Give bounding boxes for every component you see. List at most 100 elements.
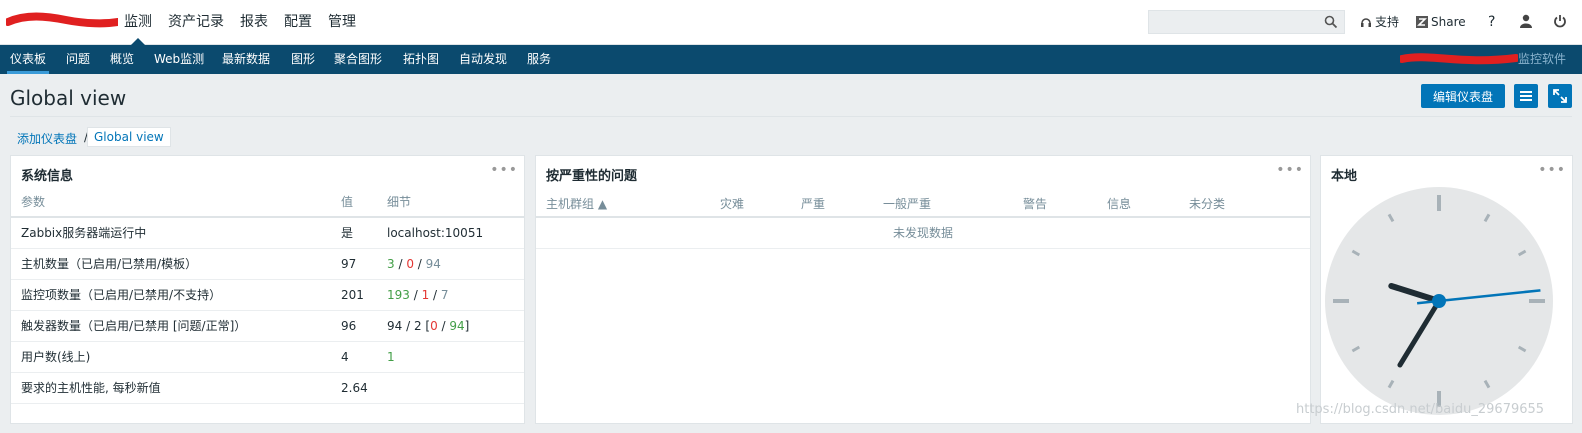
sub-menu-latest-data[interactable]: 最新数据 (222, 45, 270, 74)
disabled-count: 0 (406, 256, 414, 271)
sub-menu-discovery[interactable]: 自动发现 (459, 45, 507, 74)
menu-button[interactable] (1514, 84, 1538, 108)
detail-text: 94 / 2 [ (387, 318, 431, 333)
support-label: 支持 (1375, 15, 1400, 29)
watermark: https://blog.csdn.net/baidu_29679655 (1296, 402, 1545, 417)
col-header-information: 信息 (1107, 197, 1132, 211)
detail-separator: / (429, 287, 441, 302)
top-menu-configuration[interactable]: 配置 (276, 0, 320, 45)
monitor-software-link[interactable]: 监控软件 (1518, 45, 1566, 74)
sub-menu-web[interactable]: Web监测 (154, 45, 204, 74)
details-cell: 94 / 2 [0 / 94] (377, 310, 524, 342)
help-icon[interactable]: ? (1488, 0, 1495, 44)
problems-by-severity-widget: 按严重性的问题 ••• 主机群组 ▲ 灾难 严重 一般严重 警告 信息 未分类 … (535, 155, 1311, 424)
problem-count: 0 (430, 318, 438, 333)
col-header-param: 参数 (11, 187, 331, 218)
support-link[interactable]: 支持 (1360, 0, 1399, 44)
sub-menu-dashboard[interactable]: 仪表板 (6, 45, 50, 74)
enabled-count: 193 (387, 287, 410, 302)
top-menu-reports[interactable]: 报表 (232, 0, 276, 45)
system-info-table: 参数 值 细节 Zabbix服务器端运行中 是 localhost:10051 … (11, 187, 524, 404)
param-cell: 主机数量（已启用/已禁用/模板） (11, 248, 331, 280)
sign-out-icon[interactable] (1553, 14, 1567, 28)
table-row: 主机数量（已启用/已禁用/模板） 97 3 / 0 / 94 (11, 248, 524, 280)
enabled-count: 3 (387, 256, 395, 271)
col-header-high: 严重 (801, 197, 826, 211)
clock-widget: 本地 ••• (1320, 155, 1573, 424)
param-cell: 用户数(线上) (11, 341, 331, 373)
sub-menu-graphs[interactable]: 图形 (291, 45, 315, 74)
details-cell: localhost:10051 (377, 217, 524, 249)
param-cell: 要求的主机性能, 每秒新值 (11, 372, 331, 404)
col-header-warning: 警告 (1023, 197, 1048, 211)
col-header-host-group[interactable]: 主机群组 ▲ (546, 195, 607, 212)
table-row: 要求的主机性能, 每秒新值 2.64 (11, 372, 524, 404)
system-info-widget: 系统信息 ••• 参数 值 细节 Zabbix服务器端运行中 是 localho… (10, 155, 525, 424)
value-cell: 201 (331, 279, 377, 311)
param-cell: 监控项数量（已启用/已禁用/不支持） (11, 279, 331, 311)
breadcrumb-current[interactable]: Global view (87, 127, 171, 147)
col-header-disaster: 灾难 (720, 197, 745, 211)
sub-menu-screens[interactable]: 聚合图形 (334, 45, 382, 74)
table-row: 用户数(线上) 4 1 (11, 341, 524, 373)
top-menu: 监测 资产记录 报表 配置 管理 (116, 0, 364, 46)
col-header-not-classified: 未分类 (1189, 197, 1226, 211)
col-header-average: 一般严重 (883, 197, 932, 211)
clock-center (1432, 294, 1446, 308)
widget-title: 按严重性的问题 (546, 169, 638, 184)
widget-title: 系统信息 (21, 169, 74, 184)
detail-separator: / (394, 256, 407, 271)
top-menu-monitoring[interactable]: 监测 (116, 0, 160, 46)
sub-menu-services[interactable]: 服务 (527, 45, 551, 74)
table-row: 监控项数量（已启用/已禁用/不支持） 201 193 / 1 / 7 (11, 279, 524, 311)
online-count: 1 (387, 349, 395, 364)
sub-menu: 仪表板 问题 概览 Web监测 最新数据 图形 聚合图形 拓扑图 自动发现 服务… (0, 45, 1582, 74)
search-input[interactable] (1148, 10, 1345, 34)
table-row: 触发器数量（已启用/已禁用 [问题/正常]） 96 94 / 2 [0 / 94… (11, 310, 524, 342)
details-cell (377, 372, 524, 404)
share-z-icon (1416, 16, 1428, 28)
widget-options-icon[interactable]: ••• (490, 162, 518, 178)
template-count: 94 (425, 256, 441, 271)
details-cell: 193 / 1 / 7 (377, 279, 524, 311)
breadcrumb-parent[interactable]: 添加仪表盘 (17, 130, 77, 147)
logo-redacted (6, 12, 118, 28)
user-profile-icon[interactable] (1519, 14, 1533, 28)
detail-bracket: ] (464, 318, 470, 333)
share-link[interactable]: Share (1416, 0, 1466, 44)
redacted-scribble (1400, 53, 1518, 65)
page-title: Global view (10, 86, 127, 110)
col-header-value: 值 (331, 187, 377, 218)
sub-menu-overview[interactable]: 概览 (110, 45, 134, 74)
top-bar: 监测 资产记录 报表 配置 管理 支持 Share ? (0, 0, 1582, 46)
detail-separator: / (413, 256, 426, 271)
value-cell: 96 (331, 310, 377, 342)
widget-options-icon[interactable]: ••• (1538, 162, 1566, 178)
details-cell: 1 (377, 341, 524, 373)
problems-table-header: 主机群组 ▲ 灾难 严重 一般严重 警告 信息 未分类 (536, 187, 1310, 218)
detail-separator: / (437, 318, 450, 333)
no-data-message: 未发现数据 (536, 218, 1310, 249)
value-cell: 是 (331, 217, 377, 249)
unsupported-count: 7 (440, 287, 449, 302)
hamburger-icon (1520, 91, 1532, 101)
table-row: Zabbix服务器端运行中 是 localhost:10051 (11, 217, 524, 249)
widget-title: 本地 (1331, 169, 1358, 184)
sub-menu-maps[interactable]: 拓扑图 (403, 45, 439, 74)
top-menu-inventory[interactable]: 资产记录 (160, 0, 232, 45)
details-cell: 3 / 0 / 94 (377, 248, 524, 280)
header-divider (10, 116, 1572, 117)
fullscreen-button[interactable] (1548, 84, 1572, 108)
value-cell: 2.64 (331, 372, 377, 404)
value-cell: 97 (331, 248, 377, 280)
value-cell: 4 (331, 341, 377, 373)
search-icon[interactable] (1324, 15, 1338, 29)
share-label: Share (1431, 15, 1466, 29)
edit-dashboard-button[interactable]: 编辑仪表盘 (1421, 84, 1505, 108)
top-menu-administration[interactable]: 管理 (320, 0, 364, 45)
analog-clock (1325, 187, 1553, 415)
param-cell: 触发器数量（已启用/已禁用 [问题/正常]） (11, 310, 331, 342)
sub-menu-problems[interactable]: 问题 (66, 45, 90, 74)
ok-count: 94 (449, 318, 465, 333)
widget-options-icon[interactable]: ••• (1276, 162, 1304, 178)
